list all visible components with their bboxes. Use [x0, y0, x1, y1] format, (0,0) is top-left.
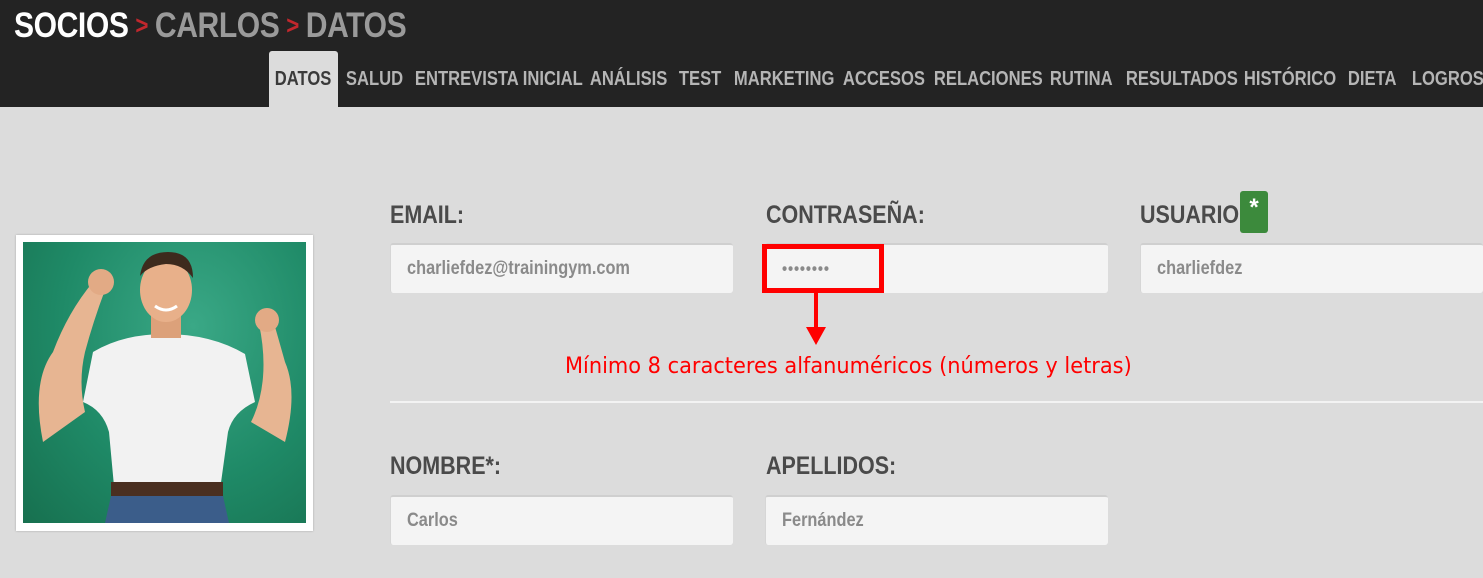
tab-historico[interactable]: HISTÓRICO [1236, 68, 1344, 91]
tab-relaciones[interactable]: RELACIONES [926, 68, 1051, 91]
profile-photo-frame[interactable] [16, 235, 313, 531]
email-field[interactable]: charliefdez@trainingym.com [390, 243, 733, 293]
last-name-field[interactable]: Fernández [765, 495, 1108, 545]
tab-dieta[interactable]: DIETA [1340, 68, 1404, 91]
tab-bar: DATOS SALUD ENTREVISTA INICIAL ANÁLISIS … [269, 51, 1483, 107]
breadcrumb: SOCIOS > CARLOS > DATOS [14, 6, 407, 46]
arrow-down-icon [806, 327, 826, 345]
username-field[interactable]: charliefdez [1140, 243, 1483, 293]
chevron-right-icon: > [286, 10, 299, 40]
username-label: USUARIO [1140, 201, 1240, 229]
person-illustration [38, 252, 292, 523]
required-badge: * [1240, 191, 1268, 233]
last-name-label: APELLIDOS: [766, 452, 897, 480]
tab-entrevista-inicial[interactable]: ENTREVISTA INICIAL [407, 68, 591, 91]
password-highlight-box [762, 244, 884, 293]
first-name-label: NOMBRE*: [390, 452, 502, 480]
tab-salud[interactable]: SALUD [338, 68, 411, 91]
tab-resultados[interactable]: RESULTADOS [1118, 68, 1246, 91]
profile-photo [23, 242, 306, 523]
tab-marketing[interactable]: MARKETING [726, 68, 842, 91]
tab-datos[interactable]: DATOS [269, 51, 338, 107]
password-rule-annotation: Mínimo 8 caracteres alfanuméricos (númer… [565, 354, 1132, 379]
tab-analisis[interactable]: ANÁLISIS [582, 68, 675, 91]
tab-accesos[interactable]: ACCESOS [835, 68, 933, 91]
first-name-field[interactable]: Carlos [390, 495, 733, 545]
chevron-right-icon: > [135, 10, 149, 40]
tab-rutina[interactable]: RUTINA [1042, 68, 1120, 91]
breadcrumb-socios[interactable]: SOCIOS [14, 6, 129, 45]
tab-logros[interactable]: LOGROS [1404, 68, 1483, 91]
tab-test[interactable]: TEST [671, 68, 729, 91]
password-label: CONTRASEÑA: [766, 201, 925, 229]
email-label: EMAIL: [390, 201, 465, 229]
section-divider [390, 401, 1483, 403]
breadcrumb-carlos[interactable]: CARLOS [155, 6, 280, 45]
arrow-line [814, 293, 818, 329]
breadcrumb-datos: DATOS [305, 6, 407, 45]
top-bar: SOCIOS > CARLOS > DATOS DATOS SALUD ENTREVIS… [0, 0, 1483, 107]
